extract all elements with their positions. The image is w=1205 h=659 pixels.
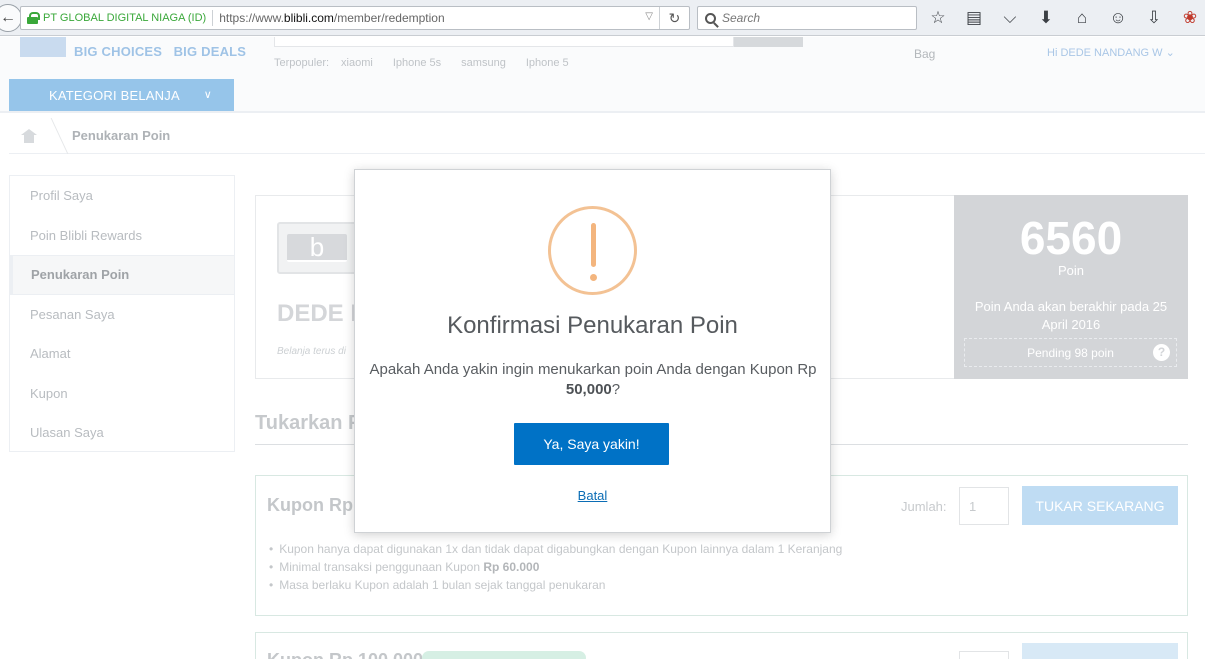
member-name: DEDE I	[277, 300, 358, 327]
cancel-link[interactable]: Batal	[355, 488, 830, 503]
user-menu[interactable]: Hi DEDE NANDANG W ⌄	[1047, 46, 1175, 59]
pending-points-label: Pending 98 poin	[1027, 345, 1114, 360]
browser-search-input[interactable]: Search	[697, 6, 917, 30]
back-arrow-icon: ←	[0, 9, 16, 26]
site-header: BIG CHOICES BIG DEALS Terpopuler: xiaomi…	[0, 37, 1205, 113]
site-search-button[interactable]	[734, 37, 803, 47]
coupon-rules: Kupon hanya dapat digunakan 1x dan tidak…	[269, 540, 842, 594]
redeem-now-button[interactable]	[1022, 643, 1178, 659]
url-text[interactable]: https://www.blibli.com/member/redemption	[219, 11, 444, 25]
download-manager-icon[interactable]: ⇩	[1142, 7, 1166, 29]
tagline: BIG CHOICES BIG DEALS	[74, 44, 247, 59]
coupon-rule: Masa berlaku Kupon adalah 1 bulan sejak …	[269, 576, 842, 594]
coupon-rule: Kupon hanya dapat digunakan 1x dan tidak…	[269, 540, 842, 558]
chevron-down-icon: ⌄	[1165, 47, 1175, 59]
toolbar-icons: ☆ ▤ ⌵ ⬇ ⌂ ☺ ⇩ ❀	[926, 7, 1202, 29]
points-panel: 6560 Poin Poin Anda akan berakhir pada 2…	[954, 195, 1188, 379]
pocket-icon[interactable]: ⌵	[998, 7, 1022, 29]
home-icon[interactable]: ⌂	[1070, 7, 1094, 29]
user-greeting: Hi DEDE NANDANG W	[1047, 47, 1163, 59]
category-label: KATEGORI BELANJA	[49, 87, 180, 103]
popular-term[interactable]: Iphone 5s	[393, 57, 441, 69]
site-search-input[interactable]	[274, 37, 734, 47]
coupon-rule-text: Minimal transaksi penggunaan Kupon	[279, 560, 484, 574]
sidebar-item-pesanan[interactable]: Pesanan Saya	[10, 295, 234, 335]
warning-icon-dot	[590, 274, 597, 281]
popular-term[interactable]: samsung	[461, 57, 506, 69]
coupon-title: Kupon Rp 100.000	[267, 650, 423, 659]
breadcrumb-separator	[39, 117, 69, 154]
sidebar-item-profil[interactable]: Profil Saya	[10, 176, 234, 216]
search-icon	[705, 12, 716, 24]
breadcrumb-current: Penukaran Poin	[72, 128, 171, 143]
dialog-message: Apakah Anda yakin ingin menukarkan poin …	[369, 360, 817, 400]
quantity-label: Jumlah:	[901, 499, 947, 514]
dialog-message-text: Apakah Anda yakin ingin menukarkan poin …	[369, 361, 817, 378]
lock-icon	[27, 12, 40, 24]
popular-term[interactable]: Iphone 5	[526, 57, 569, 69]
dialog-message-suffix: ?	[611, 381, 621, 398]
extension-bug-icon[interactable]: ❀	[1178, 7, 1202, 29]
reading-list-icon[interactable]: ▤	[962, 7, 986, 29]
url-domain: blibli.com	[283, 11, 334, 25]
pending-points: Pending 98 poin ?	[964, 338, 1177, 367]
sidebar-item-kupon[interactable]: Kupon	[10, 374, 234, 414]
member-badge: b	[277, 222, 357, 274]
dialog-message-amount: 50,000	[565, 381, 612, 398]
sidebar-item-penukaran[interactable]: Penukaran Poin	[10, 255, 234, 295]
breadcrumb: Penukaran Poin	[9, 117, 1205, 154]
url-dropdown-icon[interactable]: ▽	[645, 11, 653, 22]
account-sidebar: Profil Saya Poin Blibli Rewards Penukara…	[9, 175, 235, 452]
sidebar-item-alamat[interactable]: Alamat	[10, 334, 234, 374]
sidebar-item-rewards[interactable]: Poin Blibli Rewards	[10, 216, 234, 256]
browser-toolbar: ← PT GLOBAL DIGITAL NIAGA (ID) https://w…	[0, 0, 1205, 36]
popular-label: Terpopuler:	[274, 57, 330, 69]
browser-search-placeholder: Search	[722, 11, 761, 25]
back-button[interactable]: ←	[0, 4, 22, 32]
points-unit: Poin	[1057, 263, 1085, 278]
warning-icon-bar	[591, 223, 596, 267]
site-logo[interactable]	[20, 37, 66, 57]
url-prefix: https://www.	[219, 11, 284, 25]
url-path: /member/redemption	[333, 11, 445, 25]
reload-icon[interactable]: ↻	[659, 7, 689, 29]
url-separator	[212, 10, 214, 26]
home-icon[interactable]	[20, 128, 38, 143]
member-subtitle: Belanja terus di	[277, 346, 346, 357]
quantity-input[interactable]	[959, 651, 1009, 659]
confirmation-dialog: Konfirmasi Penukaran Poin Apakah Anda ya…	[354, 169, 831, 533]
points-expiry: Poin Anda akan berakhir pada 25 April 20…	[974, 299, 1168, 332]
coupon-title: Kupon Rp 5	[267, 495, 368, 515]
coupon-rule: Minimal transaksi penggunaan Kupon Rp 60…	[269, 558, 842, 576]
coupon-card: Kupon Rp 100.000	[255, 632, 1188, 659]
chevron-down-icon: ∨	[203, 89, 212, 101]
points-value: 6560	[1019, 212, 1123, 264]
sidebar-item-ulasan[interactable]: Ulasan Saya	[10, 413, 234, 453]
coupon-rule-amount: Rp 60.000	[483, 560, 540, 574]
redeem-now-button[interactable]: TUKAR SEKARANG	[1022, 486, 1178, 525]
quantity-input[interactable]: 1	[959, 487, 1009, 525]
category-menu-button[interactable]: KATEGORI BELANJA ∨	[9, 79, 234, 111]
address-bar[interactable]: PT GLOBAL DIGITAL NIAGA (ID) https://www…	[20, 6, 690, 30]
member-badge-letter: b	[287, 234, 347, 262]
site-identity[interactable]: PT GLOBAL DIGITAL NIAGA (ID)	[43, 12, 206, 24]
confirm-button[interactable]: Ya, Saya yakin!	[514, 423, 669, 465]
warning-icon	[548, 206, 637, 295]
chat-icon[interactable]: ☺	[1106, 7, 1130, 29]
coupon-badge	[422, 651, 586, 659]
bag-link[interactable]: Bag	[914, 47, 935, 61]
bookmark-star-icon[interactable]: ☆	[926, 7, 950, 29]
help-icon[interactable]: ?	[1153, 344, 1170, 361]
section-title: Tukarkan P	[255, 412, 362, 434]
dialog-title: Konfirmasi Penukaran Poin	[447, 312, 738, 339]
popular-term[interactable]: xiaomi	[341, 57, 373, 69]
downloads-icon[interactable]: ⬇	[1034, 7, 1058, 29]
popular-searches: Terpopuler: xiaomi Iphone 5s samsung Iph…	[274, 57, 589, 69]
